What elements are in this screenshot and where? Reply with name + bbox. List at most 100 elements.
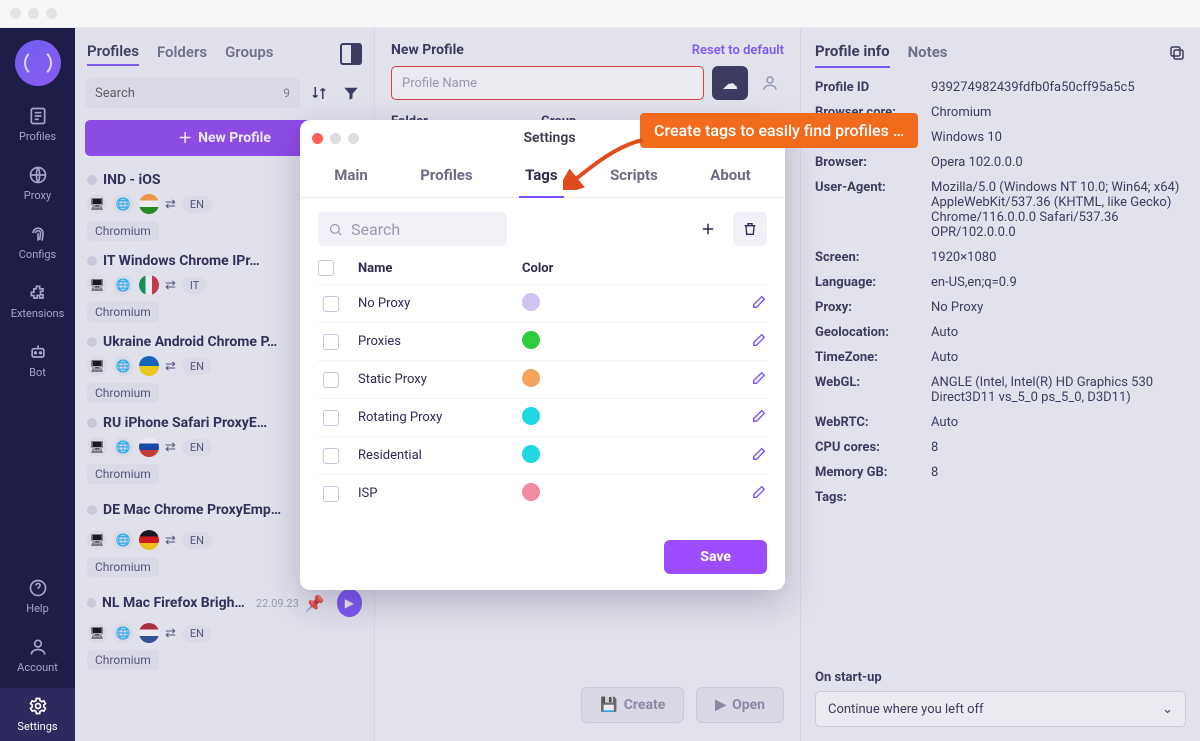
sync-icon: ⇄ — [165, 440, 176, 455]
tag-checkbox[interactable] — [323, 372, 339, 388]
traffic-light-icon — [46, 8, 57, 19]
profiles-search-input[interactable]: Search 9 — [85, 78, 300, 108]
profile-name-input[interactable]: Profile Name — [391, 66, 704, 100]
info-key: TimeZone: — [815, 350, 923, 365]
os-icon: 🖥 — [87, 437, 107, 457]
tag-checkbox[interactable] — [323, 448, 339, 464]
startup-label: On start-up — [815, 670, 1186, 685]
plus-icon: ＋ — [178, 128, 192, 148]
profile-name: Ukraine Android Chrome P… — [103, 334, 277, 350]
tag-checkbox[interactable] — [323, 296, 339, 312]
tag-checkbox[interactable] — [323, 486, 339, 502]
search-placeholder: Search — [95, 86, 135, 101]
profile-date: 22.09.23 — [256, 597, 299, 610]
nav-help[interactable]: Help — [0, 570, 75, 623]
engine-badge: Chromium — [87, 650, 159, 670]
edit-tag-button[interactable] — [751, 484, 767, 504]
sync-icon: ⇄ — [165, 197, 176, 212]
profile-card[interactable]: NL Mac Firefox Bright D… 22.09.23📌 ▶ 🖥 🌐… — [85, 583, 364, 676]
run-profile-button[interactable]: ▶ — [337, 589, 362, 617]
modal-tab-tags[interactable]: Tags — [519, 156, 564, 198]
tab-notes[interactable]: Notes — [908, 43, 948, 67]
tag-name: Residential — [358, 448, 508, 463]
cloud-icon: ☁ — [722, 74, 738, 93]
info-value — [931, 490, 1186, 505]
create-button[interactable]: 💾Create — [581, 687, 684, 723]
layout-toggle-icon[interactable] — [340, 43, 362, 65]
tag-name: No Proxy — [358, 296, 508, 311]
new-profile-label: New Profile — [198, 130, 271, 146]
open-button[interactable]: ▶Open — [696, 687, 784, 723]
tag-color-swatch — [522, 331, 540, 349]
info-value: 1920×1080 — [931, 250, 1186, 265]
bot-icon — [28, 342, 48, 362]
delete-tag-button[interactable] — [733, 212, 767, 246]
left-nav: Profiles Proxy Configs Extensions Bot He… — [0, 28, 75, 741]
maximize-icon[interactable] — [348, 133, 359, 144]
save-button[interactable]: Save — [664, 540, 767, 574]
nav-label: Help — [26, 602, 49, 615]
profile-name: IND - iOS — [103, 172, 161, 188]
copy-icon[interactable] — [1168, 44, 1186, 66]
tag-checkbox[interactable] — [323, 334, 339, 350]
modal-tab-main[interactable]: Main — [328, 156, 374, 197]
tag-row: Rotating Proxy — [318, 398, 767, 436]
os-icon: 🖥 — [87, 356, 107, 376]
nav-configs[interactable]: Configs — [0, 216, 75, 269]
nav-label: Configs — [19, 248, 56, 261]
lang-badge: EN — [182, 625, 212, 642]
edit-tag-button[interactable] — [751, 446, 767, 466]
nav-extensions[interactable]: Extensions — [0, 275, 75, 328]
edit-icon — [751, 332, 767, 348]
nav-account[interactable]: Account — [0, 629, 75, 682]
edit-icon — [751, 446, 767, 462]
traffic-light-icon — [10, 8, 21, 19]
filter-icon[interactable] — [338, 80, 364, 106]
cloud-sync-button[interactable]: ☁ — [712, 66, 748, 100]
edit-tag-button[interactable] — [751, 332, 767, 352]
startup-select[interactable]: Continue where you left off ⌄ — [815, 691, 1186, 727]
modal-tabs: Main Profiles Tags Scripts About — [300, 156, 785, 198]
profile-name: RU iPhone Safari ProxyE… — [103, 415, 267, 431]
info-key: Geolocation: — [815, 325, 923, 340]
tag-name: Rotating Proxy — [358, 410, 508, 425]
modal-tab-about[interactable]: About — [704, 156, 756, 197]
nav-profiles[interactable]: Profiles — [0, 98, 75, 151]
create-label: Create — [624, 697, 666, 713]
add-tag-button[interactable] — [691, 212, 725, 246]
minimize-icon[interactable] — [330, 133, 341, 144]
nav-bot[interactable]: Bot — [0, 334, 75, 387]
reset-to-default-link[interactable]: Reset to default — [692, 43, 784, 58]
traffic-light-icon — [28, 8, 39, 19]
edit-tag-button[interactable] — [751, 294, 767, 314]
new-profile-header: New Profile — [391, 42, 464, 58]
nav-proxy[interactable]: Proxy — [0, 157, 75, 210]
engine-badge: Chromium — [87, 221, 159, 241]
chevron-down-icon: ⌄ — [1162, 702, 1173, 717]
tab-groups[interactable]: Groups — [225, 43, 273, 65]
edit-tag-button[interactable] — [751, 370, 767, 390]
tags-search-input[interactable]: Search — [318, 212, 507, 246]
trash-icon — [742, 221, 758, 237]
profile-user-button[interactable] — [756, 69, 784, 97]
tab-folders[interactable]: Folders — [157, 43, 207, 65]
tab-profiles[interactable]: Profiles — [87, 42, 139, 66]
close-icon[interactable] — [312, 133, 323, 144]
modal-tab-profiles[interactable]: Profiles — [414, 156, 478, 197]
tab-profile-info[interactable]: Profile info — [815, 42, 890, 68]
sync-icon: ⇄ — [165, 626, 176, 641]
tag-checkbox[interactable] — [323, 410, 339, 426]
plus-icon — [699, 220, 717, 238]
tag-color-swatch — [522, 293, 540, 311]
edit-tag-button[interactable] — [751, 408, 767, 428]
browser-icon: 🌐 — [113, 275, 133, 295]
fingerprint-icon — [28, 224, 48, 244]
user-icon — [28, 637, 48, 657]
info-key: WebRTC: — [815, 415, 923, 430]
engine-badge: Chromium — [87, 464, 159, 484]
nav-settings[interactable]: Settings — [0, 688, 75, 741]
info-value: 8 — [931, 465, 1186, 480]
select-all-checkbox[interactable] — [318, 260, 334, 276]
os-icon: 🖥 — [87, 530, 107, 550]
sort-icon[interactable] — [306, 80, 332, 106]
